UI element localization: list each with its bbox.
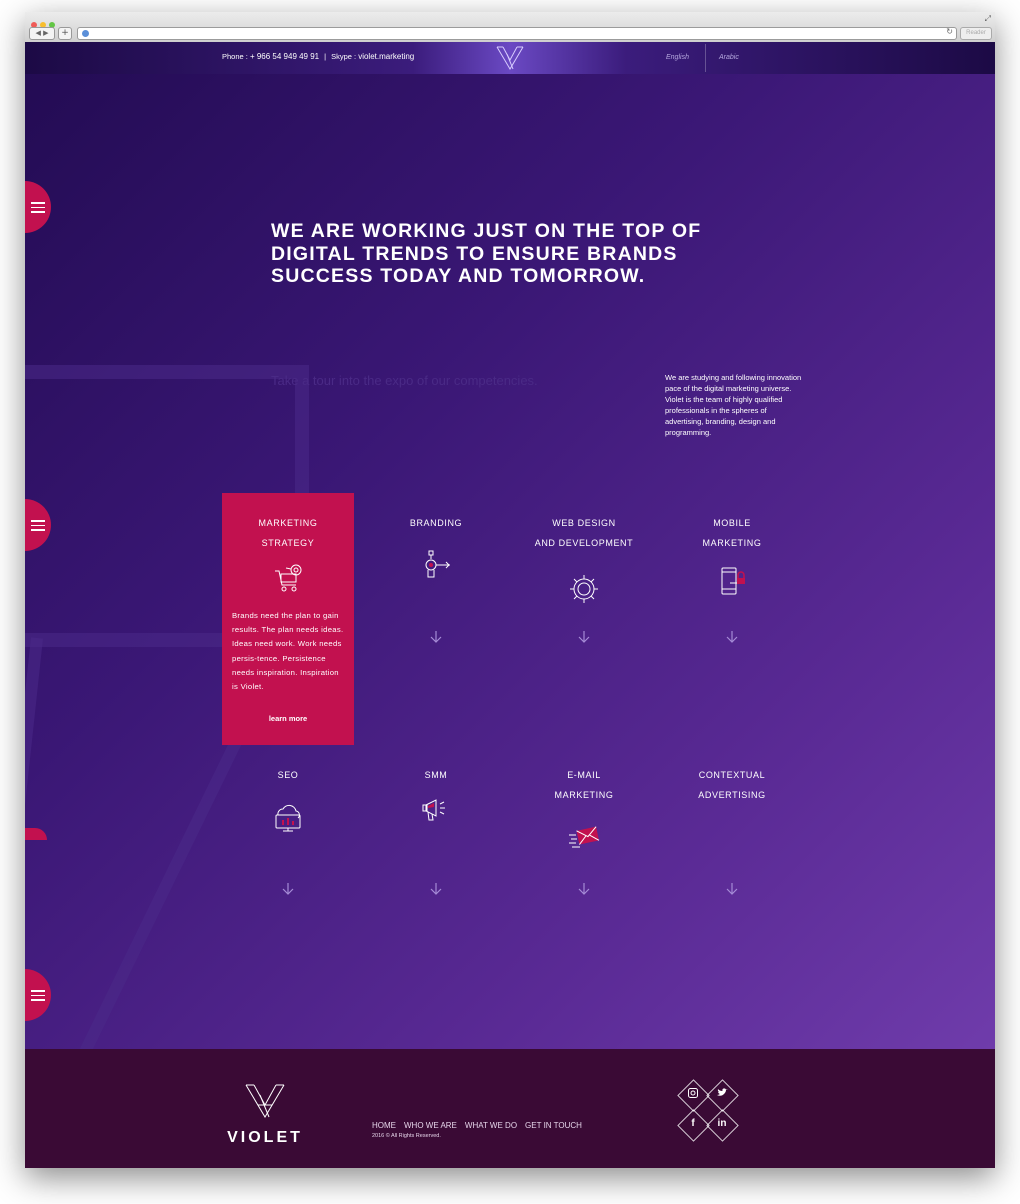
facebook-link[interactable]: f	[677, 1109, 710, 1142]
service-card-contextual-advertising[interactable]: CONTEXTUAL ADVERTISING	[666, 745, 798, 997]
linkedin-icon: in	[717, 1118, 727, 1129]
shopping-cart-icon	[275, 564, 302, 592]
instagram-link[interactable]	[677, 1079, 710, 1112]
service-card-email-marketing[interactable]: E-MAIL MARKETING	[518, 745, 650, 997]
arrow-down-icon[interactable]	[429, 630, 443, 644]
service-title-line: E-MAIL	[567, 770, 601, 780]
service-title-line: SEO	[277, 770, 299, 780]
service-card-smm[interactable]: SMM	[370, 745, 502, 997]
service-title-line: ADVERTISING	[698, 789, 766, 800]
service-card-seo[interactable]: SEO	[222, 745, 354, 997]
service-card-marketing-strategy[interactable]: MARKETING STRATEGY Brands need the plan …	[222, 493, 354, 745]
target-icon	[425, 550, 450, 578]
service-title-line: MARKETING	[258, 518, 318, 528]
footer-nav: HOME WHO WE ARE WHAT WE DO GET IN TOUCH	[372, 1115, 590, 1133]
service-title: WEB DESIGN AND DEVELOPMENT	[518, 514, 650, 553]
linkedin-link[interactable]: in	[706, 1109, 739, 1142]
violet-logo-icon[interactable]	[495, 44, 525, 72]
language-divider	[705, 44, 706, 72]
headline-line: SUCCESS TODAY AND TOMORROW.	[271, 265, 646, 287]
footer-nav-what-we-do[interactable]: WHAT WE DO	[465, 1121, 517, 1130]
service-title: MOBILE MARKETING	[666, 514, 798, 553]
service-title: CONTEXTUAL ADVERTISING	[666, 766, 798, 805]
service-title-line: STRATEGY	[261, 537, 315, 548]
arrow-down-icon[interactable]	[429, 882, 443, 896]
service-title: SMM	[370, 766, 502, 786]
footer-nav-home[interactable]: HOME	[372, 1121, 396, 1130]
service-title: MARKETING STRATEGY	[222, 514, 354, 553]
tour-text: Take a tour into the expo of our compete…	[271, 373, 538, 388]
footer-nav-get-in-touch[interactable]: GET IN TOUCH	[525, 1121, 582, 1130]
skype-handle[interactable]: violet.marketing	[358, 52, 414, 61]
service-title-line: WEB DESIGN	[552, 518, 616, 528]
skype-label: Skype :	[331, 52, 359, 61]
twitter-icon	[707, 1088, 737, 1097]
violet-footer-logo-icon[interactable]	[222, 1083, 308, 1119]
language-arabic-link[interactable]: Arabic	[719, 54, 739, 61]
service-title: BRANDING	[370, 514, 502, 534]
intro-paragraph: We are studying and following innovation…	[665, 373, 802, 437]
twitter-glyph	[716, 1088, 728, 1096]
arrow-down-icon[interactable]	[725, 630, 739, 644]
mobile-icon	[721, 567, 745, 595]
hamburger-icon	[31, 990, 45, 1004]
contact-divider: |	[324, 52, 327, 61]
headline-line: WE ARE WORKING JUST ON THE TOP OF	[271, 220, 702, 242]
phone-label: Phone :	[222, 52, 250, 61]
web-page: Phone : + 966 54 949 49 91 | Skype : viole…	[25, 42, 995, 1168]
globe-icon	[82, 30, 89, 37]
service-title: E-MAIL MARKETING	[518, 766, 650, 805]
learn-more-link[interactable]: learn more	[222, 714, 354, 723]
arrow-down-icon[interactable]	[577, 882, 591, 896]
service-title-line: CONTEXTUAL	[698, 770, 766, 780]
facebook-icon: f	[691, 1118, 695, 1129]
service-card-branding[interactable]: BRANDING	[370, 493, 502, 745]
browser-window: ⤢ ◀ ▶ + ↻ Reader Phone : + 966 54 949 49…	[25, 12, 995, 1168]
browser-toolbar: ⤢ ◀ ▶ + ↻ Reader	[25, 12, 995, 43]
reader-button[interactable]: Reader	[960, 27, 992, 40]
service-title-line: AND DEVELOPMENT	[534, 537, 634, 548]
service-title-line: BRANDING	[409, 518, 463, 528]
service-card-web-design[interactable]: WEB DESIGN AND DEVELOPMENT	[518, 493, 650, 745]
gear-icon	[570, 575, 598, 603]
service-card-mobile-marketing[interactable]: MOBILE MARKETING	[666, 493, 798, 745]
address-bar[interactable]: ↻	[77, 27, 957, 40]
cloud-monitor-icon	[275, 804, 301, 832]
background-v-decoration	[25, 365, 309, 1062]
copyright-text: 2016 © All Rights Reserved.	[372, 1133, 441, 1139]
fullscreen-icon[interactable]: ⤢	[985, 14, 991, 24]
footer-nav-who-we-are[interactable]: WHO WE ARE	[404, 1121, 457, 1130]
envelope-icon	[569, 826, 600, 848]
service-title: SEO	[222, 766, 354, 786]
arrow-down-icon[interactable]	[281, 882, 295, 896]
megaphone-icon	[422, 799, 445, 821]
phone-number[interactable]: + 966 54 949 49 91	[250, 52, 319, 61]
footer-wordmark: VIOLET	[227, 1129, 303, 1146]
footer: VIOLET HOME WHO WE ARE WHAT WE DO GET IN TO…	[25, 1049, 995, 1168]
back-forward-buttons[interactable]: ◀ ▶	[29, 27, 55, 40]
arrow-down-icon[interactable]	[725, 882, 739, 896]
service-title-line: MARKETING	[702, 537, 762, 548]
instagram-glyph	[688, 1088, 698, 1098]
service-title-line: MARKETING	[554, 789, 614, 800]
hamburger-icon	[31, 202, 45, 216]
twitter-link[interactable]	[706, 1079, 739, 1112]
hamburger-icon	[31, 520, 45, 534]
instagram-icon	[678, 1088, 708, 1098]
reload-icon[interactable]: ↻	[946, 27, 953, 36]
service-description: Brands need the plan to gain results. Th…	[232, 611, 344, 692]
service-title-line: MOBILE	[713, 518, 751, 528]
language-english-link[interactable]: English	[666, 54, 689, 61]
service-title-line: SMM	[424, 770, 448, 780]
top-bar: Phone : + 966 54 949 49 91 | Skype : viole…	[25, 42, 995, 74]
hero-headline: WE ARE WORKING JUST ON THE TOP OF DIGITA…	[271, 220, 731, 288]
new-tab-button[interactable]: +	[58, 27, 72, 40]
arrow-down-icon[interactable]	[577, 630, 591, 644]
headline-line: DIGITAL TRENDS TO ENSURE BRANDS	[271, 242, 678, 265]
contact-info: Phone : + 966 54 949 49 91 | Skype : viole…	[222, 52, 414, 61]
